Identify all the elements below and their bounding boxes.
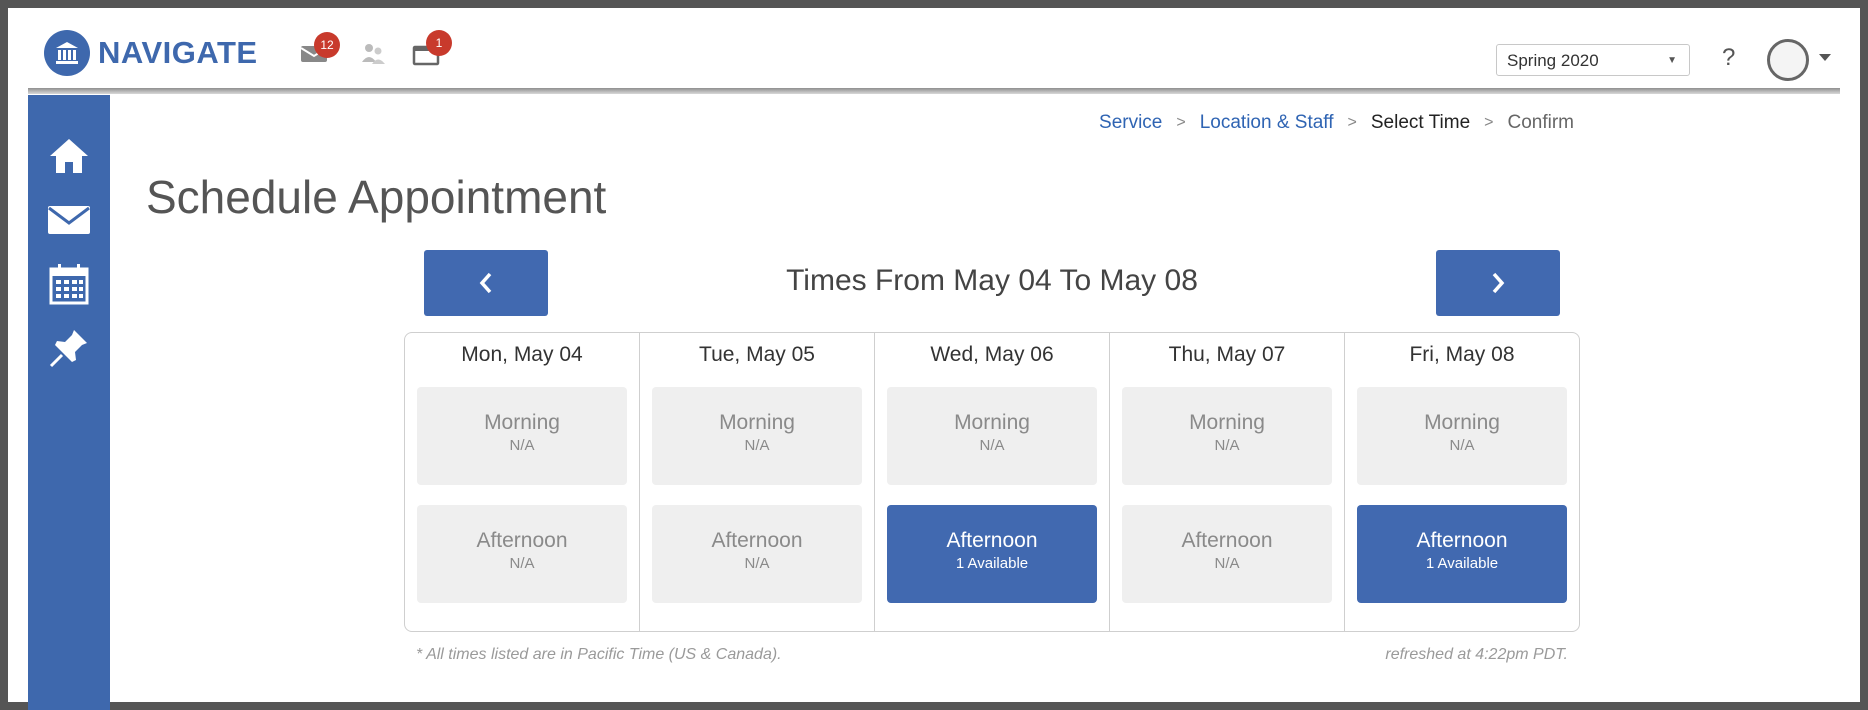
students-button[interactable] bbox=[360, 42, 386, 70]
day-label: Wed, May 06 bbox=[930, 343, 1054, 366]
morning-slot: Morning N/A bbox=[652, 387, 862, 485]
date-range-title: Times From May 04 To May 08 bbox=[786, 264, 1198, 297]
morning-slot: Morning N/A bbox=[417, 387, 627, 485]
breadcrumb-confirm: Confirm bbox=[1507, 112, 1574, 133]
mail-icon bbox=[48, 206, 90, 234]
top-header: NAVIGATE 12 1 Spring 2020 ▼ ? bbox=[8, 8, 1860, 90]
term-select[interactable]: Spring 2020 ▼ bbox=[1496, 44, 1690, 76]
breadcrumb-separator: > bbox=[1176, 114, 1186, 131]
week-grid: Mon, May 04 Morning N/A Afternoon N/A Tu… bbox=[404, 332, 1580, 632]
next-week-button[interactable] bbox=[1436, 250, 1560, 316]
day-label: Fri, May 08 bbox=[1409, 343, 1515, 366]
day-column: Wed, May 06 Morning N/A Afternoon 1 Avai… bbox=[875, 333, 1110, 631]
morning-slot: Morning N/A bbox=[887, 387, 1097, 485]
calendar-icon bbox=[49, 264, 89, 305]
user-menu-caret-icon[interactable] bbox=[1819, 54, 1831, 61]
afternoon-slot-available[interactable]: Afternoon 1 Available bbox=[887, 505, 1097, 603]
breadcrumb-service[interactable]: Service bbox=[1099, 112, 1162, 134]
avatar[interactable] bbox=[1767, 39, 1809, 81]
timezone-note: * All times listed are in Pacific Time (… bbox=[416, 646, 782, 663]
university-logo-icon bbox=[44, 30, 90, 76]
chevron-right-icon bbox=[1492, 272, 1505, 294]
day-column: Mon, May 04 Morning N/A Afternoon N/A bbox=[405, 333, 640, 631]
day-label: Thu, May 07 bbox=[1168, 343, 1286, 366]
chevron-down-icon: ▼ bbox=[1667, 55, 1677, 66]
alerts-button[interactable]: 1 bbox=[412, 30, 452, 70]
help-button[interactable]: ? bbox=[1722, 44, 1735, 72]
navigate-logo[interactable]: NAVIGATE bbox=[44, 30, 258, 76]
sidebar-item-calendar[interactable] bbox=[44, 259, 94, 309]
day-column: Fri, May 08 Morning N/A Afternoon 1 Avai… bbox=[1345, 333, 1579, 631]
sidebar-item-home[interactable] bbox=[44, 131, 94, 181]
breadcrumb-separator: > bbox=[1484, 114, 1494, 131]
alerts-badge: 1 bbox=[426, 30, 452, 56]
term-selected-value: Spring 2020 bbox=[1507, 51, 1599, 70]
day-label: Tue, May 05 bbox=[699, 343, 815, 366]
breadcrumb-select-time: Select Time bbox=[1370, 112, 1471, 133]
home-icon bbox=[50, 139, 88, 173]
breadcrumb: Service > Location & Staff > Select Time… bbox=[1099, 112, 1574, 134]
pin-icon bbox=[49, 330, 87, 368]
page-title: Schedule Appointment bbox=[146, 171, 607, 223]
messages-badge: 12 bbox=[314, 32, 340, 58]
breadcrumb-location-staff[interactable]: Location & Staff bbox=[1200, 112, 1334, 134]
afternoon-slot-available[interactable]: Afternoon 1 Available bbox=[1357, 505, 1567, 603]
sidebar bbox=[28, 95, 110, 710]
sidebar-item-pinned[interactable] bbox=[44, 323, 94, 373]
morning-slot: Morning N/A bbox=[1357, 387, 1567, 485]
messages-button[interactable]: 12 bbox=[300, 32, 340, 68]
previous-week-button[interactable] bbox=[424, 250, 548, 316]
day-column: Thu, May 07 Morning N/A Afternoon N/A bbox=[1110, 333, 1345, 631]
people-icon bbox=[362, 44, 385, 64]
afternoon-slot: Afternoon N/A bbox=[417, 505, 627, 603]
afternoon-slot: Afternoon N/A bbox=[652, 505, 862, 603]
app-name: NAVIGATE bbox=[98, 35, 258, 70]
day-label: Mon, May 04 bbox=[461, 343, 583, 366]
breadcrumb-separator: > bbox=[1347, 114, 1357, 131]
refreshed-timestamp: refreshed at 4:22pm PDT. bbox=[1385, 646, 1568, 663]
morning-slot: Morning N/A bbox=[1122, 387, 1332, 485]
sidebar-item-messages[interactable] bbox=[44, 195, 94, 245]
day-column: Tue, May 05 Morning N/A Afternoon N/A bbox=[640, 333, 875, 631]
header-divider bbox=[28, 88, 1840, 94]
afternoon-slot: Afternoon N/A bbox=[1122, 505, 1332, 603]
chevron-left-icon bbox=[479, 272, 492, 294]
